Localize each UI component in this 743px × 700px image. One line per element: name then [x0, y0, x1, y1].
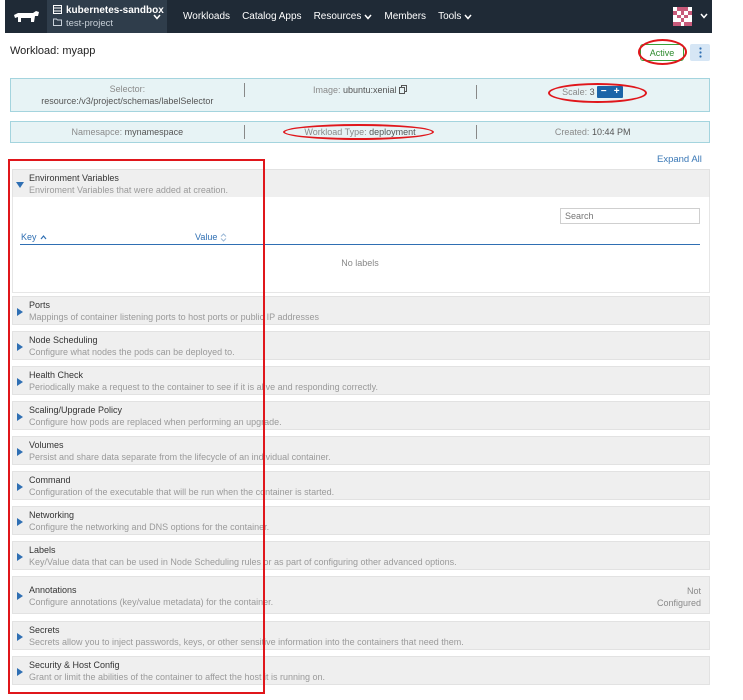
cluster-icon	[53, 4, 62, 17]
highlight-oval-scale	[548, 83, 647, 103]
project-icon	[53, 18, 62, 29]
chevron-down-icon	[153, 12, 161, 23]
chevron-down-icon	[364, 14, 372, 20]
top-navigation-bar: kubernetes-sandbox test-project Workload…	[5, 0, 712, 33]
nav-workloads[interactable]: Workloads	[177, 11, 236, 22]
cluster-name: kubernetes-sandbox	[66, 5, 164, 16]
kebab-menu-icon	[698, 47, 702, 58]
created-info: Created: 10:44 PM	[476, 125, 709, 139]
nav-tools[interactable]: Tools	[432, 11, 478, 22]
project-name: test-project	[66, 17, 113, 29]
rancher-logo-icon[interactable]	[5, 0, 47, 33]
chevron-down-icon[interactable]	[700, 11, 708, 22]
configuration-status: Not Configured	[656, 586, 701, 608]
selector-info: Selector: resource:/v3/project/schemas/l…	[41, 84, 214, 106]
search-input[interactable]	[560, 208, 700, 224]
nav-resources[interactable]: Resources	[308, 11, 379, 22]
highlight-box-section-titles	[8, 159, 265, 694]
nav-catalog-apps[interactable]: Catalog Apps	[236, 11, 308, 22]
highlight-oval-workload-type	[283, 124, 434, 140]
more-actions-button[interactable]	[690, 44, 710, 61]
user-avatar[interactable]	[673, 7, 692, 26]
nav-members[interactable]: Members	[378, 11, 432, 22]
chevron-down-icon	[464, 14, 472, 20]
expand-all-link[interactable]: Expand All	[657, 154, 702, 165]
highlight-oval-status	[638, 39, 687, 65]
main-menu: Workloads Catalog Apps Resources Members…	[177, 11, 478, 22]
image-info: Image: ubuntu:xenial	[243, 83, 477, 97]
namespace-info: Namesapce: mynamespace	[71, 127, 184, 137]
copy-icon[interactable]	[399, 85, 408, 95]
page-title: Workload: myapp	[10, 45, 96, 57]
cluster-project-switcher[interactable]: kubernetes-sandbox test-project	[47, 0, 167, 33]
